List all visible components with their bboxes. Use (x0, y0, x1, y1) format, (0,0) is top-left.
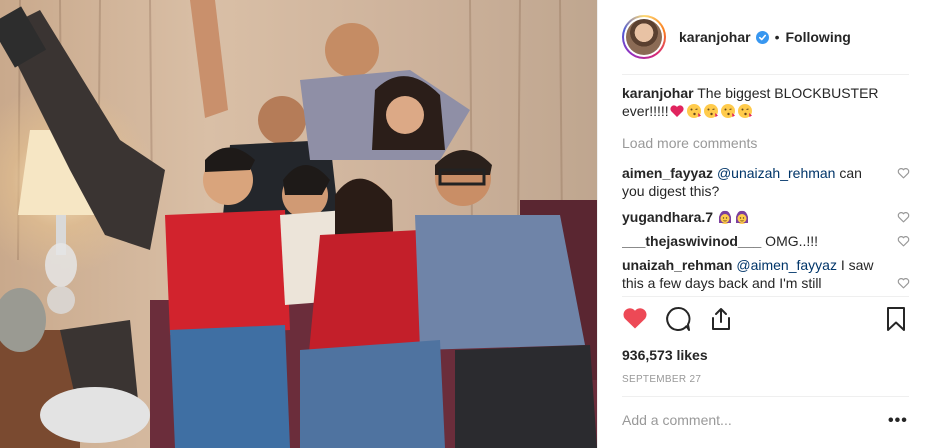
header-divider (622, 74, 909, 75)
heart-icon[interactable] (622, 306, 648, 330)
avatar-frame (624, 17, 664, 57)
actions-divider (622, 296, 909, 297)
load-more-comments-button[interactable]: Load more comments (622, 134, 912, 152)
verified-badge-icon (755, 30, 769, 44)
comment-text: OMG..!!! (761, 233, 819, 249)
heart-outline-icon[interactable] (897, 167, 910, 179)
bookmark-icon[interactable] (885, 306, 907, 332)
header-separator: • (774, 29, 780, 45)
comment-username[interactable]: aimen_fayyaz (622, 165, 713, 181)
hands-on-head-emoji (735, 210, 748, 224)
hands-on-head-emoji (718, 210, 731, 224)
post-side-panel: karanjohar • Following karanjohar The bi… (597, 0, 932, 448)
comment-mention[interactable]: @aimen_fayyaz (736, 257, 837, 273)
checkmark-icon (758, 34, 766, 40)
caption-emojis (669, 103, 754, 119)
comment-username[interactable]: yugandhara.7 (622, 209, 713, 225)
kiss-face-emoji (737, 104, 752, 118)
add-comment-input[interactable]: Add a comment... (622, 412, 732, 428)
comment-bubble-icon[interactable] (665, 306, 691, 332)
caption-username[interactable]: karanjohar (622, 85, 694, 101)
comment-username[interactable]: unaizah_rehman (622, 257, 732, 273)
kiss-face-emoji (686, 104, 701, 118)
post-caption: karanjohar The biggest BLOCKBUSTER ever!… (622, 84, 912, 120)
post-header: karanjohar • Following (598, 0, 932, 74)
comment-username[interactable]: ___thejaswivinod___ (622, 233, 761, 249)
author-username[interactable]: karanjohar (679, 29, 751, 45)
comment-item: aimen_fayyaz @unaizah_rehman can you dig… (622, 164, 912, 200)
comment-mention[interactable]: @unaizah_rehman (717, 165, 836, 181)
heart-outline-icon[interactable] (897, 235, 910, 247)
comment-item: yugandhara.7 (622, 208, 912, 226)
following-button[interactable]: Following (786, 29, 851, 45)
avatar-image (626, 19, 662, 55)
red-heart-emoji (670, 105, 684, 117)
post-date[interactable]: SEPTEMBER 27 (622, 374, 701, 385)
comments-list[interactable]: karanjohar The biggest BLOCKBUSTER ever!… (622, 84, 912, 296)
photo-illustration (0, 0, 597, 448)
action-bar (622, 306, 912, 336)
heart-outline-icon[interactable] (897, 211, 910, 223)
heart-outline-icon[interactable] (897, 277, 910, 289)
kiss-face-emoji (703, 104, 718, 118)
post-image[interactable] (0, 0, 597, 448)
comment-box-divider (622, 396, 909, 397)
instagram-post: karanjohar • Following karanjohar The bi… (0, 0, 932, 448)
comment-item: unaizah_rehman @aimen_fayyaz I saw this … (622, 256, 912, 296)
avatar[interactable] (622, 15, 666, 59)
more-options-icon[interactable]: ••• (888, 412, 908, 430)
comment-emojis (717, 209, 751, 225)
kiss-face-emoji (720, 104, 735, 118)
comment-item: ___thejaswivinod___ OMG..!!! (622, 232, 912, 250)
likes-count[interactable]: 936,573 likes (622, 347, 708, 363)
share-icon[interactable] (708, 306, 734, 332)
